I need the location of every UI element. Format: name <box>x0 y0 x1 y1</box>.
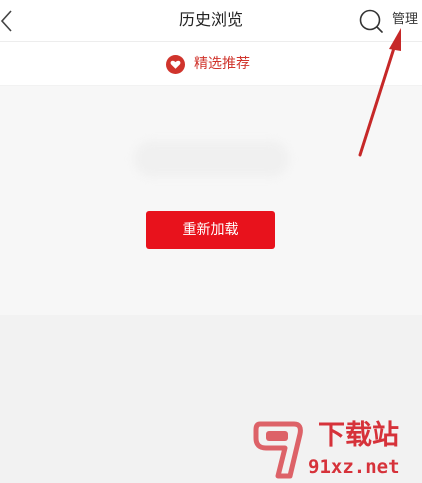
tab-bar: 精选推荐 <box>0 42 422 85</box>
loading-placeholder <box>134 141 289 177</box>
watermark-domain: 91xz.net <box>308 456 400 478</box>
search-button[interactable] <box>357 7 385 35</box>
top-bar: 历史浏览 管理 <box>0 0 422 42</box>
heart-icon <box>166 54 185 74</box>
manage-button[interactable]: 管理 <box>392 11 418 29</box>
tab-featured[interactable]: 精选推荐 <box>166 53 250 75</box>
watermark-title: 下载站 <box>318 420 399 451</box>
tab-featured-label: 精选推荐 <box>194 56 250 72</box>
watermark: 下载站 91xz.net <box>240 418 422 483</box>
content-panel: 重新加载 <box>0 86 422 315</box>
reload-button[interactable]: 重新加载 <box>146 211 275 249</box>
search-icon <box>359 9 383 33</box>
watermark-logo <box>253 421 303 479</box>
